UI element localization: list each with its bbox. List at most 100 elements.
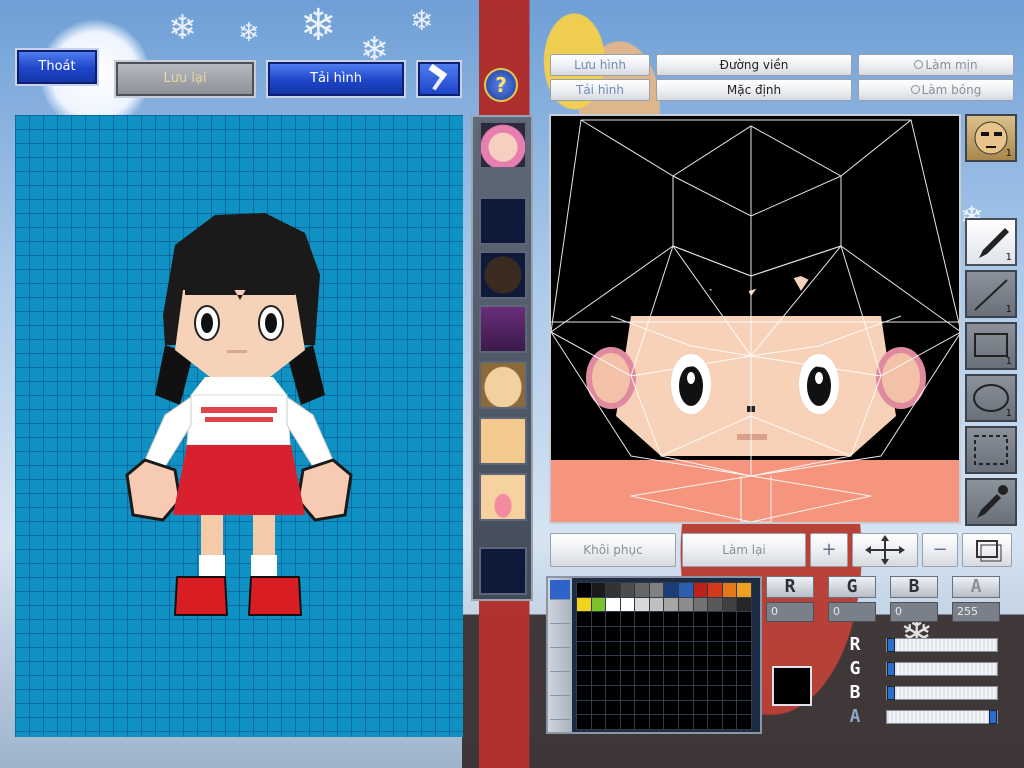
palette-cell[interactable] (649, 715, 664, 729)
texture-slot-empty-2[interactable] (479, 547, 527, 595)
palette-tab-1[interactable] (550, 580, 570, 600)
palette-cell[interactable] (620, 612, 635, 627)
palette-cell[interactable] (693, 700, 708, 715)
palette-cell[interactable] (664, 583, 679, 597)
palette-cell[interactable] (679, 700, 693, 715)
restore-button[interactable]: Khôi phục (550, 533, 676, 567)
move-button[interactable] (852, 533, 918, 567)
palette-cell[interactable] (620, 715, 635, 729)
reload-image-button[interactable]: Tải hình (266, 60, 406, 98)
palette-cell[interactable] (577, 656, 591, 671)
palette-cell[interactable] (737, 641, 751, 656)
palette-cell[interactable] (591, 656, 606, 671)
palette-cell[interactable] (708, 627, 722, 641)
palette-cell[interactable] (664, 715, 679, 729)
default-button[interactable]: Mặc định (656, 79, 852, 101)
a-slider-thumb[interactable] (989, 710, 997, 724)
palette-cell[interactable] (635, 641, 649, 656)
palette-cell[interactable] (737, 671, 751, 685)
palette-cell[interactable] (708, 685, 722, 700)
palette-cell[interactable] (606, 685, 620, 700)
palette-tab-4[interactable] (550, 652, 570, 672)
palette-cell[interactable] (693, 656, 708, 671)
palette-cell[interactable] (664, 671, 679, 685)
palette-cell[interactable] (664, 597, 679, 612)
palette-cell[interactable] (591, 627, 606, 641)
palette-cell[interactable] (606, 627, 620, 641)
palette-cell[interactable] (620, 671, 635, 685)
b-value-field[interactable]: 0 (890, 602, 938, 622)
palette-cell[interactable] (649, 597, 664, 612)
palette-cell[interactable] (606, 700, 620, 715)
palette-cell[interactable] (620, 627, 635, 641)
palette-cell[interactable] (606, 612, 620, 627)
palette-tab-5[interactable] (550, 676, 570, 696)
line-tool[interactable]: 1 (965, 270, 1017, 318)
palette-cell[interactable] (635, 656, 649, 671)
palette-cell[interactable] (664, 627, 679, 641)
palette-tab-6[interactable] (550, 700, 570, 720)
palette-cell[interactable] (708, 715, 722, 729)
a-value-field[interactable]: 255 (952, 602, 1000, 622)
palette-cell[interactable] (679, 583, 693, 597)
palette-cell[interactable] (664, 656, 679, 671)
r-slider[interactable] (886, 638, 998, 652)
palette-cell[interactable] (577, 685, 591, 700)
palette-tab-2[interactable] (550, 604, 570, 624)
palette-cell[interactable] (722, 685, 737, 700)
select-area-tool[interactable] (965, 426, 1017, 474)
g-slider[interactable] (886, 662, 998, 676)
palette-cell[interactable] (635, 715, 649, 729)
exit-button[interactable]: Thoát (15, 48, 99, 86)
palette-cell[interactable] (591, 715, 606, 729)
palette-cell[interactable] (693, 627, 708, 641)
palette-cell[interactable] (693, 685, 708, 700)
palette-cell[interactable] (679, 627, 693, 641)
palette-cell[interactable] (737, 583, 751, 597)
palette-cell[interactable] (620, 641, 635, 656)
r-value-field[interactable]: 0 (766, 602, 814, 622)
palette-cell[interactable] (577, 700, 591, 715)
avatar-face-tool[interactable]: 1 (965, 114, 1017, 162)
texture-slot-mouth[interactable] (479, 473, 527, 521)
palette-cell[interactable] (591, 641, 606, 656)
palette-cell[interactable] (722, 656, 737, 671)
palette-cell[interactable] (591, 583, 606, 597)
palette-cell[interactable] (708, 656, 722, 671)
zoom-out-button[interactable]: − (922, 533, 958, 567)
palette-cell[interactable] (722, 715, 737, 729)
palette-cell[interactable] (620, 583, 635, 597)
texture-slot-outfit[interactable] (479, 305, 527, 353)
palette-cell[interactable] (635, 627, 649, 641)
palette-cell[interactable] (635, 583, 649, 597)
pen-tool[interactable]: 1 (965, 218, 1017, 266)
palette-cell[interactable] (606, 715, 620, 729)
palette-cell[interactable] (649, 656, 664, 671)
outline-button[interactable]: Đường viền (656, 54, 852, 76)
palette-cell[interactable] (679, 612, 693, 627)
help-button[interactable]: ? (484, 68, 518, 102)
palette-cell[interactable] (722, 641, 737, 656)
palette-cell[interactable] (708, 641, 722, 656)
smooth-button[interactable]: Làm mịn (858, 54, 1014, 76)
palette-cell[interactable] (722, 700, 737, 715)
palette-cell[interactable] (591, 612, 606, 627)
palette-cell[interactable] (664, 641, 679, 656)
r-slider-thumb[interactable] (887, 638, 895, 652)
palette-cell[interactable] (737, 612, 751, 627)
ellipse-tool[interactable]: 1 (965, 374, 1017, 422)
palette-cell[interactable] (693, 612, 708, 627)
palette-cell[interactable] (708, 700, 722, 715)
redo-button[interactable]: Làm lại (682, 533, 806, 567)
texture-slot-head[interactable] (479, 361, 527, 409)
palette-cell[interactable] (664, 685, 679, 700)
texture-slot-empty[interactable] (479, 197, 527, 245)
palette-cell[interactable] (635, 671, 649, 685)
palette-cell[interactable] (693, 597, 708, 612)
palette-cell[interactable] (606, 641, 620, 656)
window-button[interactable] (962, 533, 1012, 567)
palette-cell[interactable] (606, 597, 620, 612)
palette-cell[interactable] (737, 685, 751, 700)
palette-cell[interactable] (577, 597, 591, 612)
palette-cell[interactable] (649, 627, 664, 641)
